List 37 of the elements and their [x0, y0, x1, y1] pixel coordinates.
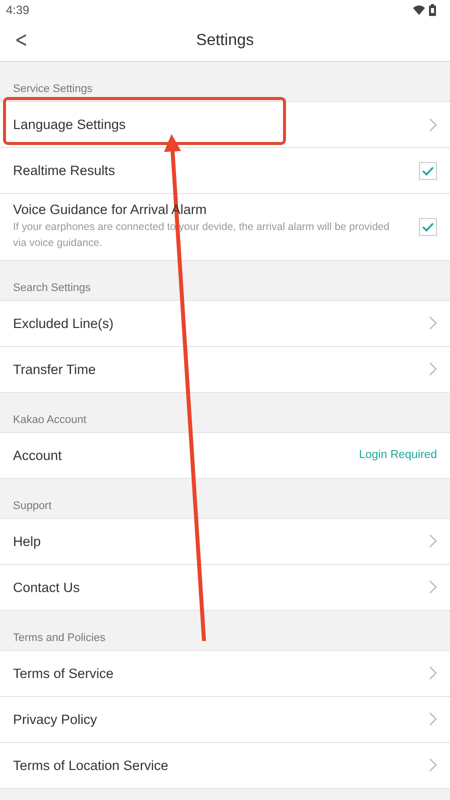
row-label: Privacy Policy: [13, 712, 98, 726]
chevron-right-icon: [429, 580, 437, 594]
status-time: 4:39: [6, 3, 30, 17]
settings-row[interactable]: Terms of Location Service: [0, 742, 450, 788]
settings-row[interactable]: Contact Us: [0, 564, 450, 610]
chevron-right-icon: [429, 534, 437, 548]
chevron-right-icon: [429, 666, 437, 680]
settings-row[interactable]: Terms of Service: [0, 650, 450, 696]
row-label: Contact Us: [13, 580, 80, 594]
checkmark-icon: [422, 222, 434, 232]
chevron-right-icon: [429, 362, 437, 376]
row-label: Terms of Service: [13, 666, 114, 680]
row-label: Terms of Location Service: [13, 758, 168, 772]
row-label: Help: [13, 534, 41, 548]
row-label: Account: [13, 448, 62, 462]
settings-row[interactable]: Excluded Line(s): [0, 300, 450, 346]
row-label: Realtime Results: [13, 163, 116, 178]
wifi-icon: [413, 5, 425, 15]
settings-row[interactable]: Realtime Results: [0, 148, 450, 194]
checkbox[interactable]: [419, 218, 437, 236]
row-label: Excluded Line(s): [13, 316, 114, 330]
settings-row[interactable]: Account Login Required: [0, 432, 450, 478]
back-button[interactable]: <: [10, 24, 32, 57]
settings-row[interactable]: Privacy Policy: [0, 696, 450, 742]
row-label: Transfer Time: [13, 362, 96, 376]
battery-icon: [429, 4, 436, 16]
chevron-right-icon: [429, 712, 437, 726]
chevron-right-icon: [429, 118, 437, 132]
chevron-right-icon: [429, 316, 437, 330]
page-title: Settings: [196, 32, 254, 50]
status-label: Login Required: [358, 449, 437, 461]
settings-row[interactable]: Transfer Time: [0, 346, 450, 392]
chevron-right-icon: [429, 758, 437, 772]
row-label: Language Settings: [13, 117, 126, 132]
settings-row[interactable]: Help: [0, 518, 450, 564]
checkbox[interactable]: [419, 162, 437, 180]
checkmark-icon: [422, 166, 434, 176]
